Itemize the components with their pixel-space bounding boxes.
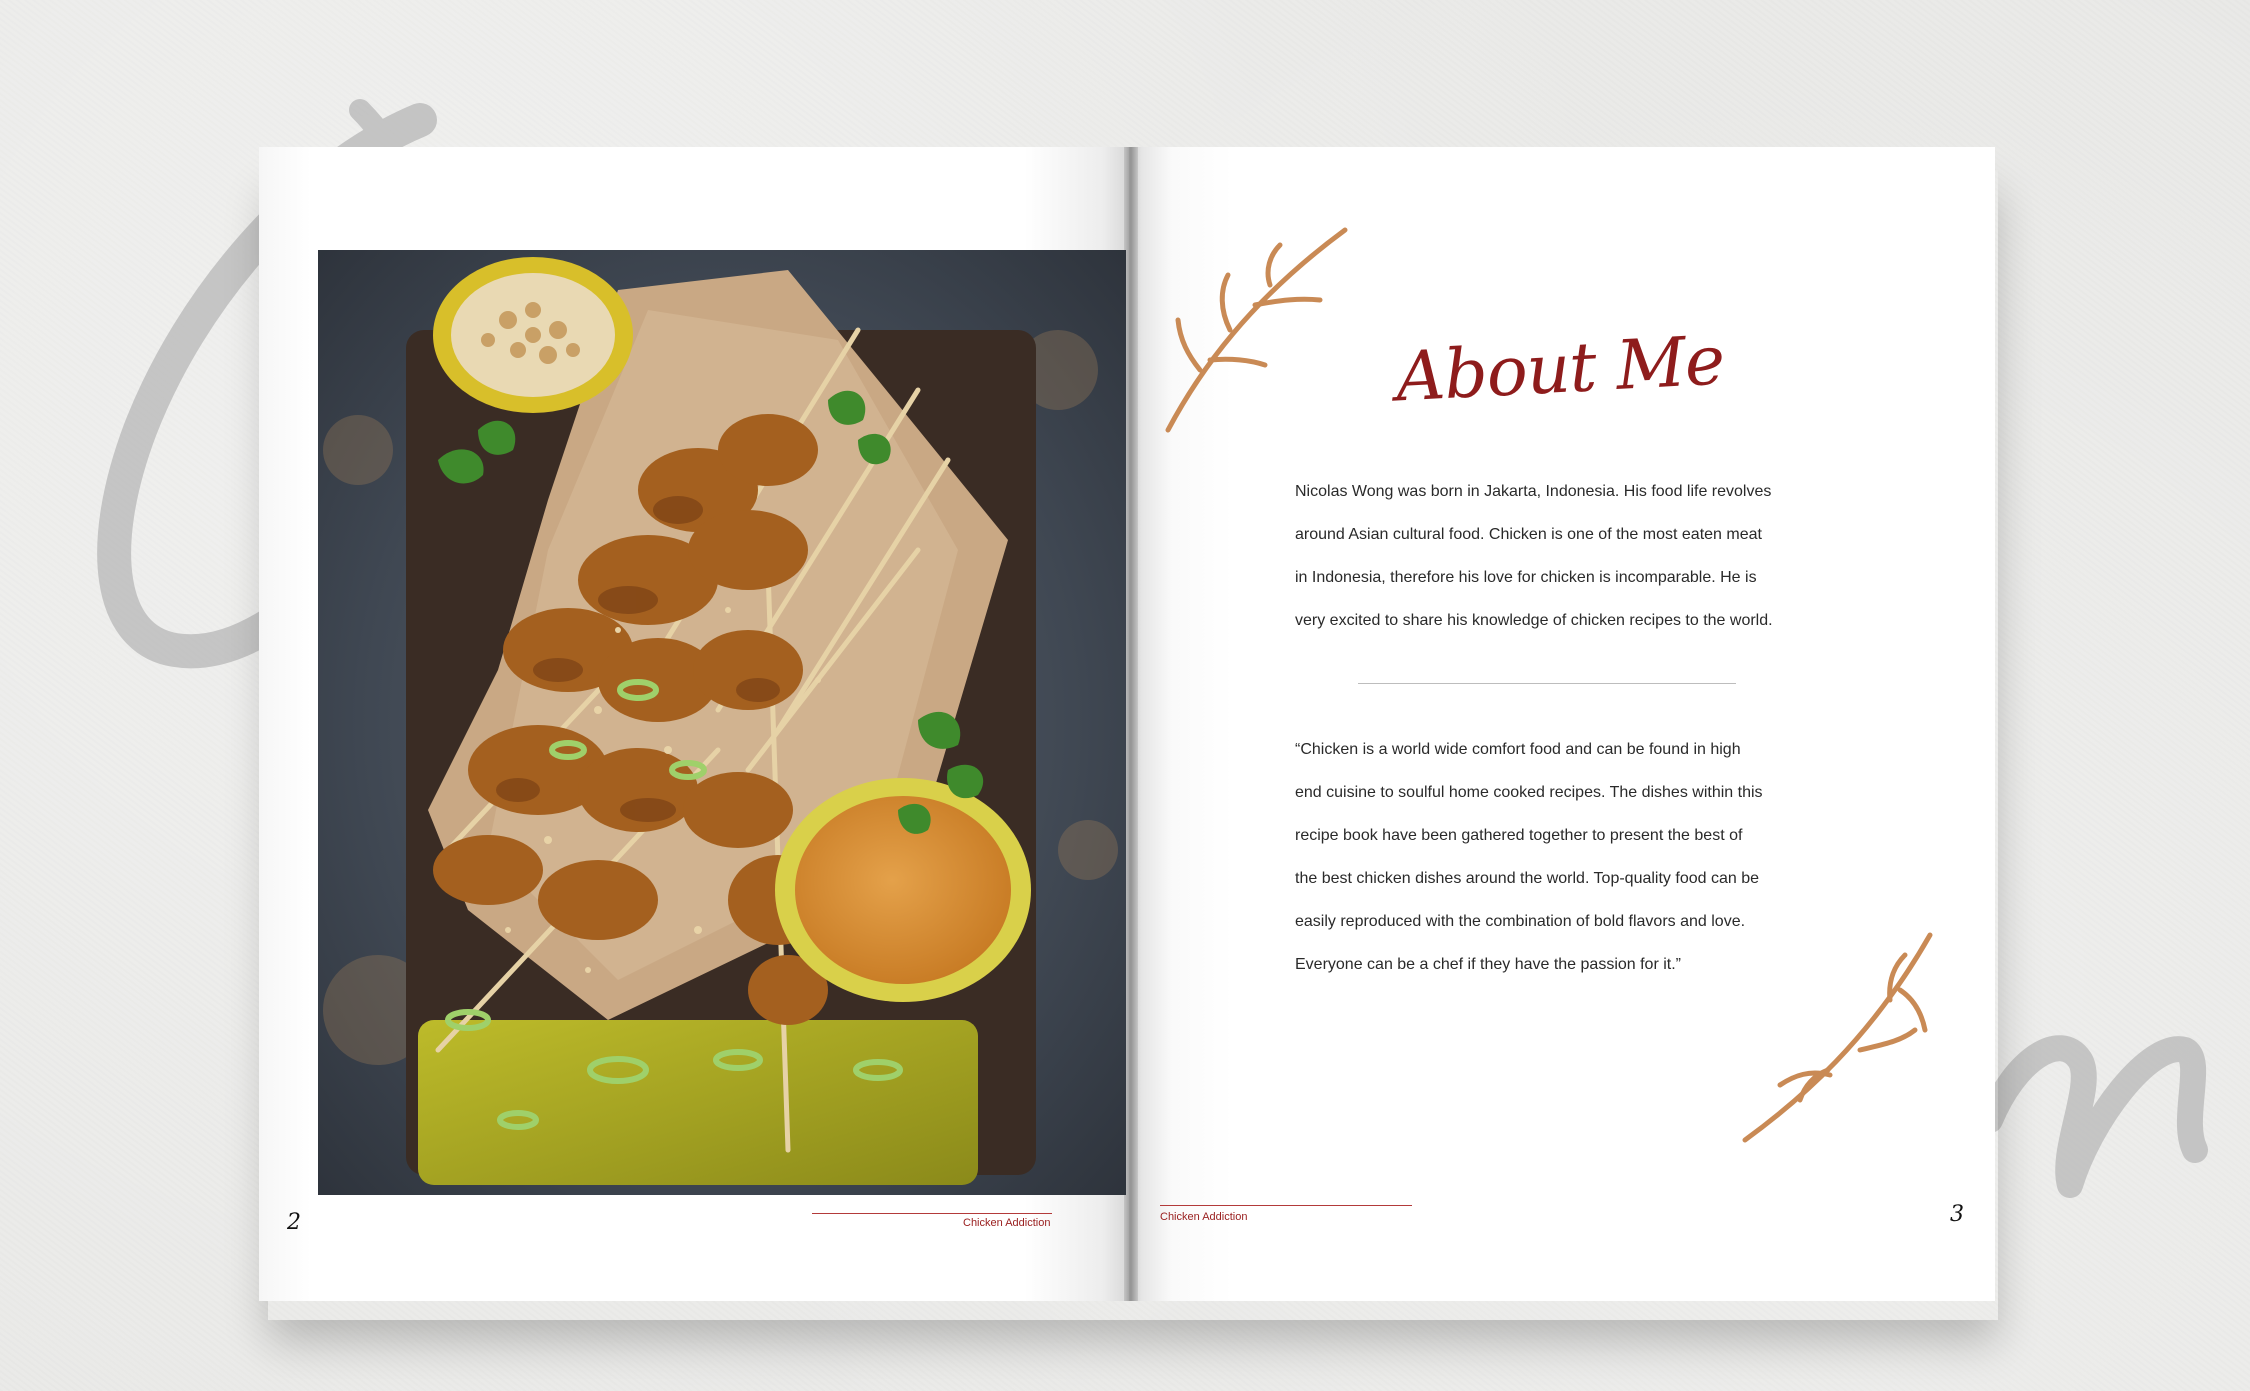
quote-line: easily reproduced with the combination o…: [1295, 913, 1746, 930]
quote-line: end cuisine to soulful home cooked recip…: [1295, 784, 1763, 801]
bio-line: very excited to share his knowledge of c…: [1295, 612, 1773, 629]
page-number-left: 2: [287, 1210, 301, 1235]
quote-line: the best chicken dishes around the world…: [1295, 870, 1759, 887]
bio-line: around Asian cultural food. Chicken is o…: [1295, 526, 1762, 543]
quote-line: recipe book have been gathered together …: [1295, 827, 1743, 844]
quote-paragraph: “Chicken is a world wide comfort food an…: [1295, 728, 1825, 986]
section-divider: [1358, 683, 1736, 684]
quote-line: Everyone can be a chef if they have the …: [1295, 956, 1681, 973]
bio-line: Nicolas Wong was born in Jakarta, Indone…: [1295, 483, 1772, 500]
satay-photo: [318, 250, 1126, 1195]
footer-rule-right: [1160, 1205, 1412, 1206]
bio-line: in Indonesia, therefore his love for chi…: [1295, 569, 1757, 586]
footer-rule-left: [812, 1213, 1052, 1214]
quote-line: “Chicken is a world wide comfort food an…: [1295, 741, 1741, 758]
footer-label-left: Chicken Addiction: [963, 1217, 1051, 1229]
page-number-right: 3: [1950, 1202, 1964, 1227]
footer-label-right: Chicken Addiction: [1160, 1211, 1248, 1223]
bio-paragraph: Nicolas Wong was born in Jakarta, Indone…: [1295, 470, 1825, 642]
book-gutter: [1124, 147, 1138, 1301]
